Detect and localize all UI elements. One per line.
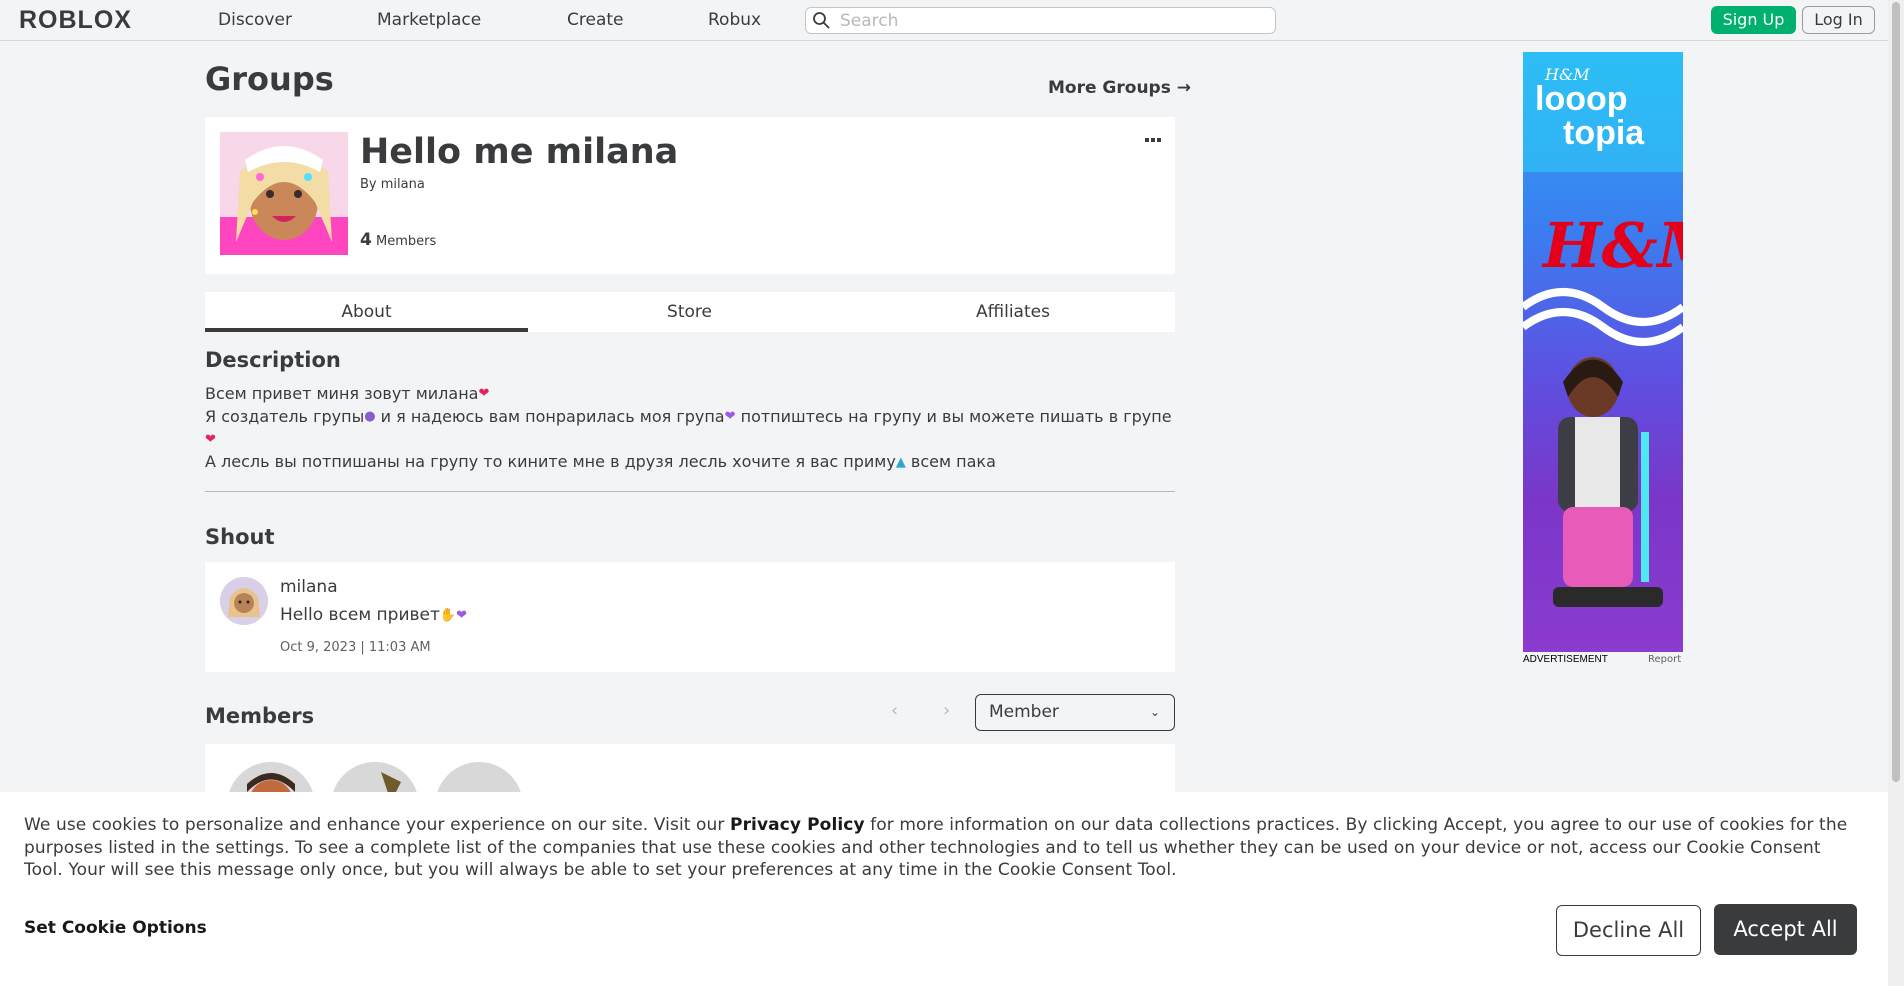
group-name: Hello me milana bbox=[360, 132, 679, 172]
description-line: А лесль вы потпишаны на групу то кините … bbox=[205, 451, 1175, 474]
nav-link-robux[interactable]: Robux bbox=[708, 10, 761, 30]
top-nav: ROBLOX Discover Marketplace Create Robux… bbox=[0, 0, 1888, 41]
chevron-right-icon[interactable]: › bbox=[943, 700, 950, 721]
group-tabs: About Store Affiliates bbox=[205, 292, 1175, 332]
description-line: Я создатель групы● и я надеюсь вам понра… bbox=[205, 406, 1175, 452]
group-owner-line: By milana bbox=[360, 177, 425, 192]
ad-brand-line1: looop bbox=[1535, 80, 1628, 118]
sign-up-button[interactable]: Sign Up bbox=[1711, 6, 1796, 34]
member-count-label: Members bbox=[375, 234, 437, 249]
search-box[interactable] bbox=[805, 7, 1276, 34]
member-count: 4 Members bbox=[360, 230, 436, 250]
ellipsis-icon[interactable] bbox=[1145, 132, 1163, 148]
group-emblem bbox=[220, 132, 348, 255]
avatar[interactable] bbox=[220, 577, 268, 625]
group-owner-link[interactable]: milana bbox=[381, 177, 425, 192]
more-groups-link[interactable]: More Groups → bbox=[1048, 78, 1191, 98]
nav-link-marketplace[interactable]: Marketplace bbox=[377, 10, 481, 30]
chevron-down-icon: ⌄ bbox=[1149, 705, 1160, 719]
by-label: By bbox=[360, 177, 377, 192]
shout-timestamp: Oct 9, 2023 | 11:03 AM bbox=[280, 640, 431, 655]
group-header-card: Hello me milana By milana 4 Members bbox=[205, 117, 1175, 274]
decline-all-button[interactable]: Decline All bbox=[1556, 905, 1701, 956]
chevron-left-icon[interactable]: ‹ bbox=[891, 700, 898, 721]
members-heading: Members bbox=[205, 704, 315, 728]
privacy-policy-link[interactable]: Privacy Policy bbox=[730, 815, 865, 835]
nav-link-discover[interactable]: Discover bbox=[218, 10, 292, 30]
tab-store[interactable]: Store bbox=[528, 292, 851, 332]
clapping-hands-emoji-icon: ✋ bbox=[439, 607, 457, 623]
page-title: Groups bbox=[205, 60, 334, 98]
ad-brand-big: H&M bbox=[1541, 209, 1683, 282]
heart-emoji-icon: ❤ bbox=[205, 431, 216, 447]
member-count-value: 4 bbox=[360, 230, 372, 250]
purple-heart-emoji-icon: ❤ bbox=[456, 607, 467, 623]
shout-heading: Shout bbox=[205, 525, 275, 549]
dolphin-emoji-icon: ▲ bbox=[895, 454, 906, 470]
heart-emoji-icon: ❤ bbox=[478, 386, 490, 402]
cookie-message: We use cookies to personalize and enhanc… bbox=[24, 815, 1848, 880]
roblox-logo[interactable]: ROBLOX bbox=[19, 6, 132, 35]
ad-label: ADVERTISEMENT bbox=[1523, 654, 1608, 665]
shout-author-link[interactable]: milana bbox=[280, 577, 338, 597]
role-select-value: Member bbox=[989, 702, 1059, 722]
ad-report-link[interactable]: Report bbox=[1648, 654, 1681, 665]
set-cookie-options-link[interactable]: Set Cookie Options bbox=[24, 918, 207, 938]
accept-all-button[interactable]: Accept All bbox=[1714, 904, 1857, 955]
nav-link-create[interactable]: Create bbox=[567, 10, 624, 30]
search-input[interactable] bbox=[838, 10, 1262, 32]
purple-heart-emoji-icon: ❤ bbox=[724, 409, 736, 424]
shout-message: Hello всем привет✋❤ bbox=[280, 605, 467, 625]
group-description: Всем привет миня зовут милана❤ Я создате… bbox=[205, 383, 1175, 474]
log-in-button[interactable]: Log In bbox=[1802, 6, 1875, 34]
grape-emoji-icon: ● bbox=[364, 409, 376, 424]
section-divider bbox=[205, 491, 1175, 492]
tab-about[interactable]: About bbox=[205, 292, 528, 332]
ad-brand-line2: topia bbox=[1563, 114, 1645, 152]
tab-affiliates[interactable]: Affiliates bbox=[851, 292, 1175, 332]
shout-card: milana Hello всем привет✋❤ Oct 9, 2023 |… bbox=[205, 562, 1175, 672]
advertisement-banner[interactable]: H&M looop topia H&M bbox=[1523, 52, 1683, 652]
page-scrollbar[interactable] bbox=[1888, 0, 1904, 986]
scrollbar-thumb[interactable] bbox=[1892, 2, 1900, 782]
search-icon bbox=[813, 12, 830, 29]
description-heading: Description bbox=[205, 348, 341, 372]
description-line: Всем привет миня зовут милана❤ bbox=[205, 383, 1175, 406]
role-select[interactable]: Member ⌄ bbox=[975, 694, 1175, 731]
cookie-banner: We use cookies to personalize and enhanc… bbox=[0, 792, 1888, 986]
